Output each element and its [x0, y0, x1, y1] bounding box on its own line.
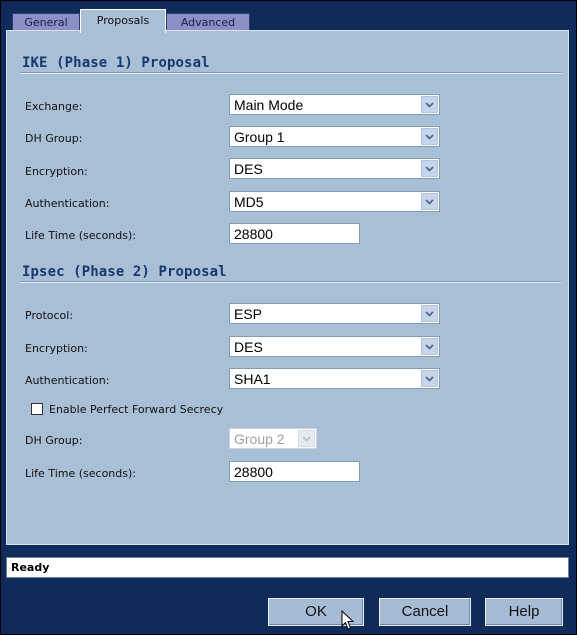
- phase1-encryption-select[interactable]: DES: [229, 158, 440, 179]
- exchange-label: Exchange:: [25, 100, 83, 113]
- chevron-down-icon[interactable]: [421, 370, 438, 387]
- phase2-authentication-label: Authentication:: [25, 374, 110, 387]
- chevron-down-icon[interactable]: [421, 193, 438, 210]
- phase1-divider: [20, 72, 561, 74]
- phase2-dh-group-value: Group 2: [234, 431, 285, 447]
- phase2-dh-group-label: DH Group:: [25, 434, 83, 447]
- ipsec-proposals-dialog: General Proposals Advanced IKE (Phase 1)…: [0, 0, 577, 635]
- pfs-checkbox[interactable]: [31, 403, 43, 415]
- phase1-authentication-select[interactable]: MD5: [229, 191, 440, 212]
- phase1-lifetime-input[interactable]: 28800: [229, 223, 360, 244]
- cancel-button[interactable]: Cancel: [379, 598, 471, 626]
- phase1-authentication-value: MD5: [234, 194, 264, 210]
- help-button[interactable]: Help: [485, 598, 563, 626]
- protocol-label: Protocol:: [25, 309, 74, 322]
- phase1-dh-group-label: DH Group:: [25, 132, 83, 145]
- phase1-encryption-label: Encryption:: [25, 165, 88, 178]
- mouse-pointer-icon: [341, 609, 355, 635]
- phase1-authentication-label: Authentication:: [25, 197, 110, 210]
- tab-general[interactable]: General: [12, 13, 80, 31]
- chevron-down-icon[interactable]: [421, 128, 438, 145]
- chevron-down-icon: [298, 430, 315, 447]
- phase2-dh-group-select: Group 2: [229, 428, 317, 449]
- chevron-down-icon[interactable]: [421, 160, 438, 177]
- proposals-panel: IKE (Phase 1) Proposal Exchange: Main Mo…: [6, 30, 569, 545]
- phase2-lifetime-input[interactable]: 28800: [229, 461, 360, 482]
- chevron-down-icon[interactable]: [421, 305, 438, 322]
- exchange-value: Main Mode: [234, 97, 304, 113]
- exchange-select[interactable]: Main Mode: [229, 94, 440, 115]
- phase2-title: Ipsec (Phase 2) Proposal: [22, 264, 227, 280]
- phase2-encryption-value: DES: [234, 339, 263, 355]
- chevron-down-icon[interactable]: [421, 96, 438, 113]
- phase1-lifetime-label: Life Time (seconds):: [25, 229, 136, 242]
- phase2-lifetime-value: 28800: [234, 464, 273, 480]
- phase1-encryption-value: DES: [234, 161, 263, 177]
- pfs-label[interactable]: Enable Perfect Forward Secrecy: [49, 403, 223, 416]
- phase2-encryption-select[interactable]: DES: [229, 336, 440, 357]
- phase1-dh-group-select[interactable]: Group 1: [229, 126, 440, 147]
- protocol-value: ESP: [234, 306, 263, 322]
- protocol-select[interactable]: ESP: [229, 303, 440, 324]
- phase2-authentication-select[interactable]: SHA1: [229, 368, 440, 389]
- phase1-dh-group-value: Group 1: [234, 129, 285, 145]
- phase1-title: IKE (Phase 1) Proposal: [22, 55, 210, 71]
- status-text: Ready: [11, 561, 50, 574]
- status-bar: Ready: [6, 557, 569, 578]
- tab-advanced[interactable]: Advanced: [166, 13, 250, 31]
- phase1-lifetime-value: 28800: [234, 226, 273, 242]
- phase2-lifetime-label: Life Time (seconds):: [25, 467, 136, 480]
- phase2-encryption-label: Encryption:: [25, 342, 88, 355]
- phase2-divider: [20, 281, 561, 283]
- phase2-authentication-value: SHA1: [234, 371, 271, 387]
- chevron-down-icon[interactable]: [421, 338, 438, 355]
- tab-proposals[interactable]: Proposals: [80, 9, 166, 33]
